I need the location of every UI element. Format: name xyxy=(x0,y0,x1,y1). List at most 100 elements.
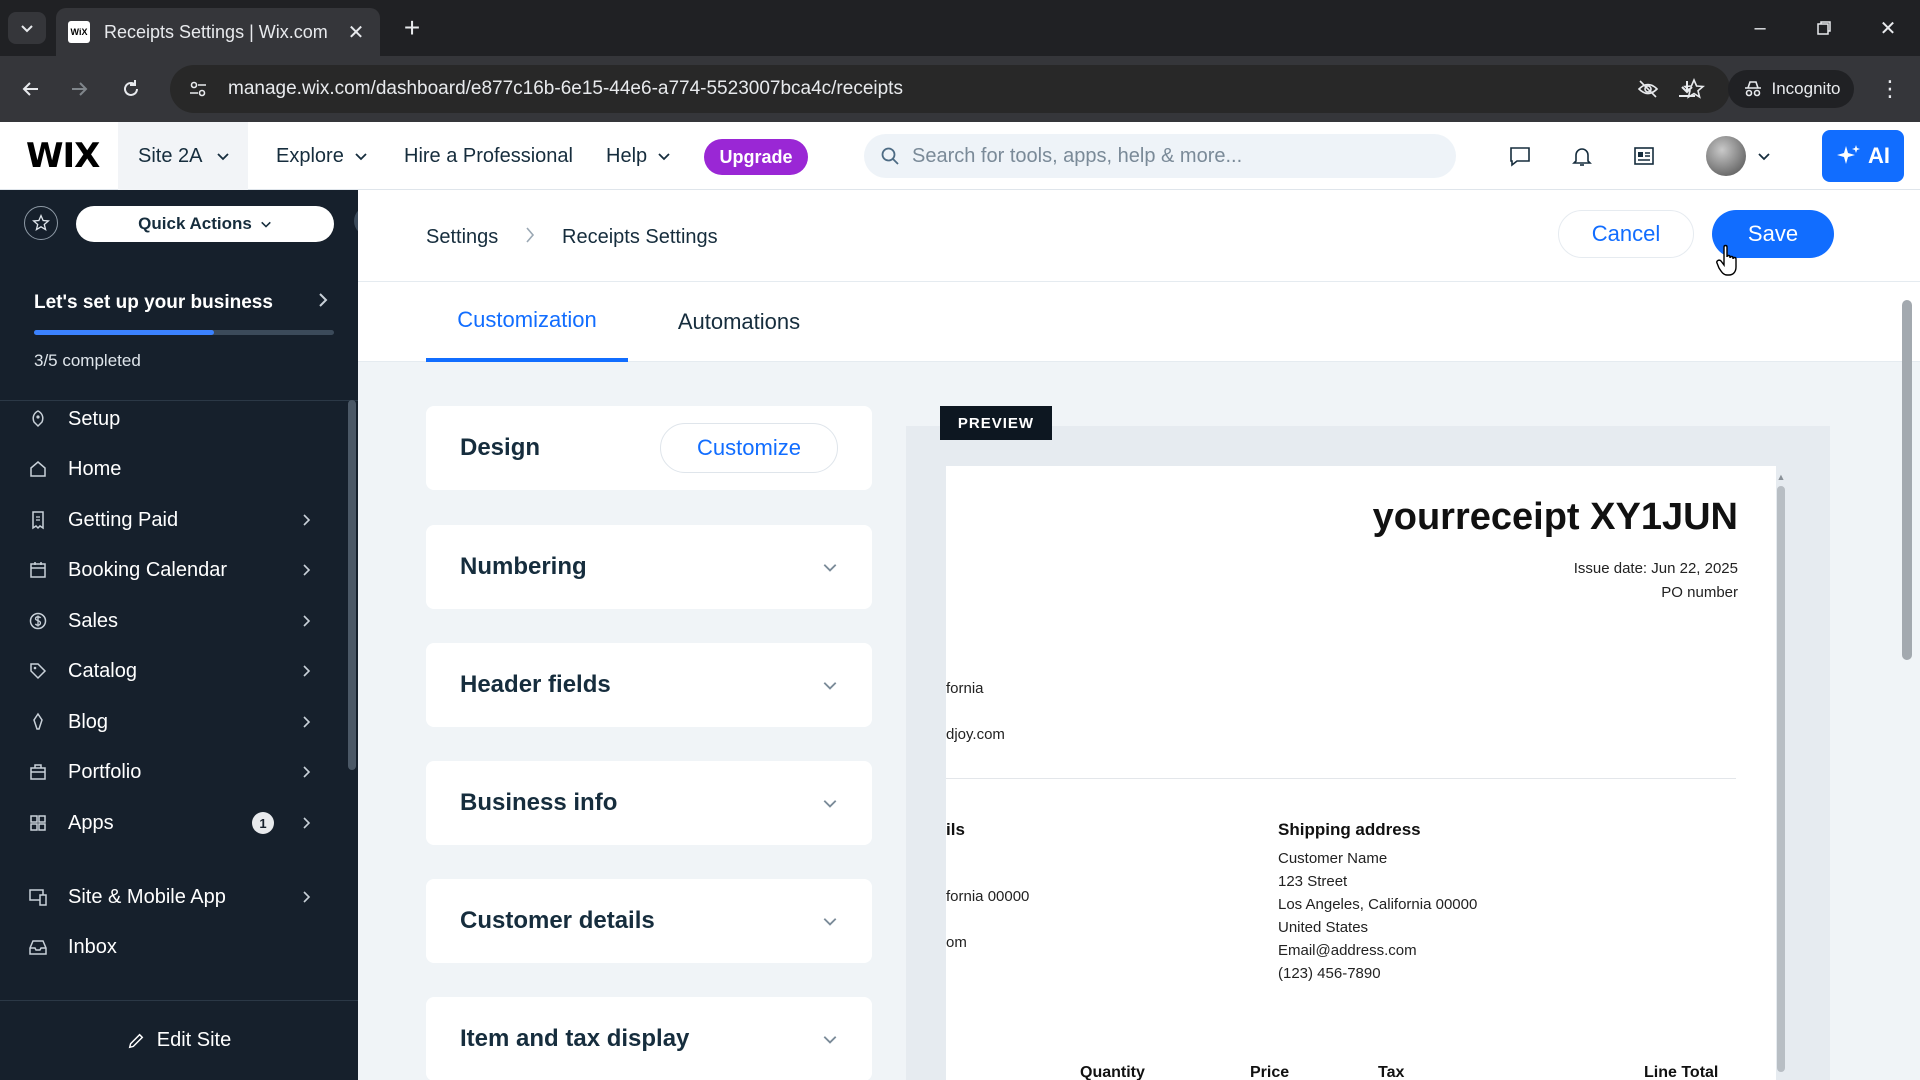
help-menu[interactable]: Help xyxy=(606,122,671,190)
header-fields-card[interactable]: Header fields xyxy=(426,643,872,727)
chevron-right-icon xyxy=(296,614,316,628)
customize-button[interactable]: Customize xyxy=(660,423,838,473)
sidebar-item-getting-paid[interactable]: Getting Paid xyxy=(0,496,340,544)
scroll-up-icon[interactable]: ▲ xyxy=(1776,472,1786,482)
sidebar-item-setup[interactable]: Setup xyxy=(0,395,340,443)
tab-search-button[interactable] xyxy=(8,12,46,44)
shipping-line: (123) 456-7890 xyxy=(1278,965,1381,982)
restore-icon[interactable] xyxy=(1804,10,1844,46)
incognito-icon xyxy=(1744,81,1761,97)
receipt-preview: yourreceipt XY1JUN Issue date: Jun 22, 2… xyxy=(946,466,1776,1080)
close-window-icon[interactable]: ✕ xyxy=(1868,10,1908,46)
news-icon[interactable] xyxy=(1624,136,1664,176)
column-quantity: Quantity xyxy=(1080,1064,1145,1080)
tab-automations[interactable]: Automations xyxy=(644,282,834,362)
new-tab-button[interactable]: + xyxy=(396,12,428,44)
cancel-button[interactable]: Cancel xyxy=(1558,210,1694,258)
account-chevron-icon[interactable] xyxy=(1752,136,1776,176)
hire-label: Hire a Professional xyxy=(404,144,573,167)
sidebar-item-site-mobile-app[interactable]: Site & Mobile App xyxy=(0,873,340,921)
chat-icon[interactable] xyxy=(1500,136,1540,176)
business-info-card[interactable]: Business info xyxy=(426,761,872,845)
item-tax-display-card[interactable]: Item and tax display xyxy=(426,997,872,1080)
sidebar-item-booking-calendar[interactable]: Booking Calendar xyxy=(0,546,340,594)
explore-menu[interactable]: Explore xyxy=(276,122,368,190)
sidebar-item-sales[interactable]: Sales xyxy=(0,597,340,645)
eye-off-icon[interactable] xyxy=(1630,71,1666,107)
dashboard-search[interactable] xyxy=(864,134,1456,178)
business-email-text: djoy.com xyxy=(946,726,1005,743)
preview-scrollbar[interactable]: ▲ xyxy=(1776,472,1786,1072)
hand-cursor-icon xyxy=(1716,244,1737,276)
sidebar-item-catalog[interactable]: Catalog xyxy=(0,647,340,695)
favorites-star-icon[interactable] xyxy=(24,206,58,240)
site-switcher[interactable]: Site 2A xyxy=(118,122,248,190)
search-input[interactable] xyxy=(912,144,1456,168)
chevron-down-icon xyxy=(355,153,367,161)
avatar[interactable] xyxy=(1706,136,1746,176)
column-line-total: Line Total xyxy=(1644,1064,1719,1080)
sidebar-item-apps[interactable]: Apps 1 xyxy=(0,799,340,847)
sidebar-item-portfolio[interactable]: Portfolio xyxy=(0,748,340,796)
edit-site-button[interactable]: Edit Site xyxy=(0,1000,358,1080)
back-icon[interactable] xyxy=(12,70,50,108)
site-info-icon[interactable] xyxy=(188,78,210,100)
tag-icon xyxy=(28,661,48,681)
numbering-card[interactable]: Numbering xyxy=(426,525,872,609)
chevron-down-icon xyxy=(822,913,838,929)
sidebar-item-home[interactable]: Home xyxy=(0,445,340,493)
customer-state-text: fornia 00000 xyxy=(946,888,1030,905)
minimize-icon[interactable]: – xyxy=(1740,10,1780,46)
page-scroll-thumb[interactable] xyxy=(1902,300,1912,660)
page-scrollbar[interactable] xyxy=(1900,300,1912,1020)
portfolio-icon xyxy=(28,762,48,782)
address-bar[interactable]: manage.wix.com/dashboard/e877c16b-6e15-4… xyxy=(170,65,1730,113)
browser-tab[interactable]: WiX Receipts Settings | Wix.com ✕ xyxy=(56,8,380,56)
browser-menu-icon[interactable]: ⋮ xyxy=(1872,70,1908,108)
wix-top-bar: WIX Site 2A Explore Hire a Professional … xyxy=(0,122,1920,190)
chevron-right-icon[interactable] xyxy=(316,290,330,315)
ai-assistant-button[interactable]: AI xyxy=(1822,130,1904,182)
bell-icon[interactable] xyxy=(1562,136,1602,176)
sparkle-icon xyxy=(1837,145,1860,164)
tab-title: Receipts Settings | Wix.com xyxy=(104,21,328,42)
design-card: Design Customize xyxy=(426,406,872,490)
sidebar-item-inbox[interactable]: Inbox xyxy=(0,923,340,971)
chevron-down-icon xyxy=(21,25,33,33)
breadcrumb-separator-icon xyxy=(524,224,536,251)
apps-icon xyxy=(28,813,48,833)
wix-logo[interactable]: WIX xyxy=(26,136,100,176)
main-content: Settings Receipts Settings Cancel Save C… xyxy=(358,190,1920,1080)
sidebar-scrollbar[interactable] xyxy=(348,400,356,770)
incognito-indicator[interactable]: Incognito xyxy=(1728,70,1854,108)
download-icon[interactable] xyxy=(1668,70,1706,108)
customer-details-card[interactable]: Customer details xyxy=(426,879,872,963)
sidebar-item-blog[interactable]: Blog xyxy=(0,698,340,746)
customer-details-title: Customer details xyxy=(460,907,655,934)
setup-completed-text: 3/5 completed xyxy=(34,351,141,370)
reload-icon[interactable] xyxy=(112,70,150,108)
tab-customization[interactable]: Customization xyxy=(426,282,628,362)
hire-professional-link[interactable]: Hire a Professional xyxy=(404,122,573,190)
breadcrumb-settings[interactable]: Settings xyxy=(426,226,498,249)
tab-close-icon[interactable]: ✕ xyxy=(344,20,368,45)
upgrade-button[interactable]: Upgrade xyxy=(704,139,808,175)
sidebar-item-label: Apps xyxy=(68,811,114,834)
quick-actions-button[interactable]: Quick Actions xyxy=(76,206,334,242)
search-icon xyxy=(881,147,899,165)
setup-business-title[interactable]: Let's set up your business xyxy=(34,292,273,314)
inbox-icon xyxy=(28,937,48,957)
chevron-right-icon xyxy=(296,664,316,678)
url-text: manage.wix.com/dashboard/e877c16b-6e15-4… xyxy=(228,78,903,99)
sidebar-item-label: Setup xyxy=(68,407,121,430)
preview-scroll-thumb[interactable] xyxy=(1777,486,1785,1072)
shipping-line: Customer Name xyxy=(1278,850,1388,867)
forward-icon[interactable] xyxy=(60,70,98,108)
chevron-down-icon xyxy=(822,1031,838,1047)
explore-label: Explore xyxy=(276,144,344,167)
sidebar-item-label: Catalog xyxy=(68,659,137,682)
chevron-down-icon xyxy=(822,559,838,575)
receipt-po-number: PO number xyxy=(1661,584,1738,601)
receipt-icon xyxy=(28,510,48,530)
receipt-divider xyxy=(946,778,1736,779)
